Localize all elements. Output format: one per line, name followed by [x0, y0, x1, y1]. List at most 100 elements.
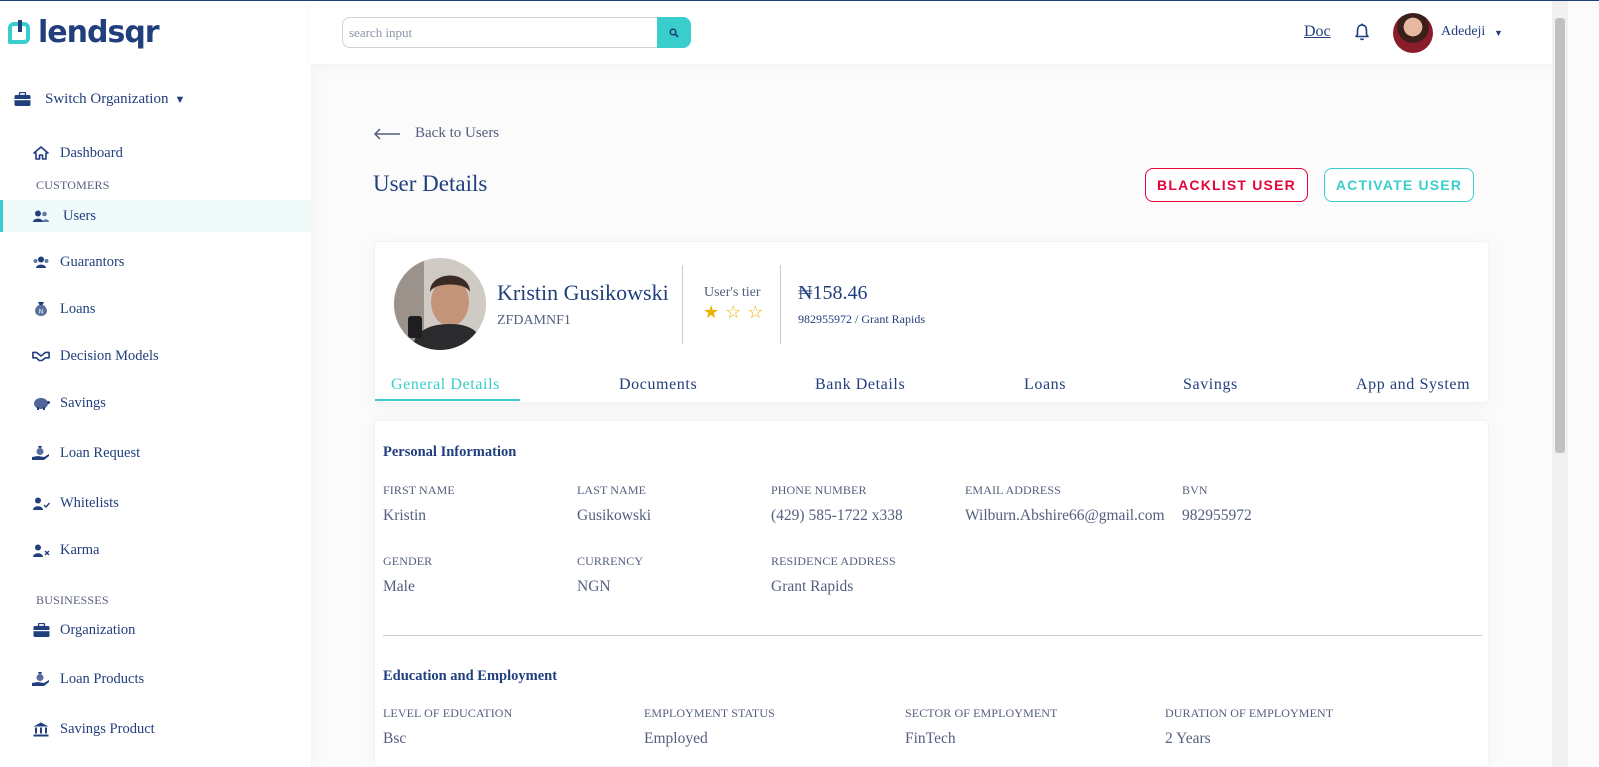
sidebar-item-dashboard[interactable]: Dashboard: [0, 138, 311, 168]
sidebar-item-label: Guarantors: [60, 253, 125, 270]
field-value: 2 Years: [1165, 730, 1211, 747]
general-details-card: Personal Information FIRST NAME Kristin …: [374, 420, 1489, 767]
sidebar: lendsqr Switch Organization ▼ Dashboard …: [0, 1, 311, 767]
field-label: CURRENCY: [577, 554, 644, 568]
tab-app-and-system[interactable]: App and System: [1356, 376, 1470, 394]
field-value: Wilburn.Abshire66@gmail.com: [965, 507, 1165, 524]
sidebar-item-label: Organization: [60, 621, 136, 638]
field-label: PHONE NUMBER: [771, 483, 867, 497]
chevron-down-icon: ▼: [174, 93, 186, 106]
field-email-address: EMAIL ADDRESS Wilburn.Abshire66@gmail.co…: [965, 483, 1165, 525]
sidebar-item-guarantors[interactable]: Guarantors: [0, 247, 311, 277]
field-value: (429) 585-1722 x338: [771, 507, 903, 524]
tab-savings[interactable]: Savings: [1183, 376, 1238, 394]
field-label: RESIDENCE ADDRESS: [771, 554, 896, 568]
bank-info: 982955972 / Grant Rapids: [798, 312, 925, 326]
notification-bell-icon[interactable]: [1354, 23, 1370, 46]
tab-general-details[interactable]: General Details: [391, 376, 500, 394]
sidebar-item-savings[interactable]: Savings: [0, 388, 311, 418]
switch-organization[interactable]: Switch Organization ▼: [14, 91, 185, 108]
activate-user-button[interactable]: ACTIVATE USER: [1324, 168, 1474, 202]
field-phone-number: PHONE NUMBER (429) 585-1722 x338: [771, 483, 903, 525]
sidebar-item-label: Loan Request: [60, 444, 141, 461]
sidebar-item-label: Dashboard: [60, 144, 123, 161]
back-label: Back to Users: [415, 125, 500, 141]
field-value: FinTech: [905, 730, 956, 747]
logo-text: lendsqr: [38, 15, 160, 50]
search-input[interactable]: [342, 17, 657, 48]
field-label: EMAIL ADDRESS: [965, 483, 1061, 497]
tab-documents[interactable]: Documents: [619, 376, 697, 394]
logo-mark-icon: [8, 19, 30, 44]
field-label: GENDER: [383, 554, 433, 568]
field-value: NGN: [577, 578, 611, 595]
field-value: Gusikowski: [577, 507, 652, 524]
back-to-users-link[interactable]: Back to Users: [373, 125, 499, 142]
search-icon: [669, 27, 679, 38]
field-gender: GENDER Male: [383, 554, 432, 596]
field-duration-of-employment: DURATION OF EMPLOYMENT 2 Years: [1165, 706, 1333, 748]
username[interactable]: Adedeji: [1441, 24, 1485, 40]
field-first-name: FIRST NAME Kristin: [383, 483, 455, 525]
loan-products-icon: [32, 671, 50, 687]
money-sack-icon: N: [32, 301, 50, 317]
guarantors-icon: [32, 254, 50, 270]
divider: [682, 265, 683, 344]
star-filled-icon: ★: [703, 302, 720, 322]
section-divider: [383, 635, 1482, 636]
briefcase-icon: [32, 622, 50, 638]
page-margin: [1568, 1, 1599, 767]
field-label: EMPLOYMENT STATUS: [644, 706, 775, 720]
field-label: DURATION OF EMPLOYMENT: [1165, 706, 1334, 720]
sidebar-item-savings-product[interactable]: Savings Product: [0, 714, 311, 744]
piggy-bank-icon: [32, 395, 50, 411]
arrow-left-icon: [373, 127, 400, 140]
docs-link[interactable]: Doc: [1304, 23, 1331, 41]
sidebar-item-karma[interactable]: Karma: [0, 535, 311, 565]
field-label: FIRST NAME: [383, 483, 455, 497]
tier-label: User's tier: [704, 285, 761, 300]
bank-icon: [32, 721, 50, 737]
sidebar-item-loan-request[interactable]: Loan Request: [0, 438, 311, 468]
sidebar-item-label: Loans: [60, 300, 96, 317]
scrollbar-thumb[interactable]: [1555, 18, 1565, 453]
page-title: User Details: [373, 171, 488, 196]
section-label-customers: CUSTOMERS: [36, 178, 110, 192]
field-value: Male: [383, 578, 415, 595]
star-empty-icon: ☆: [747, 302, 764, 322]
sidebar-item-label: Whitelists: [60, 494, 119, 511]
field-value: Kristin: [383, 507, 427, 524]
sidebar-item-label: Users: [63, 207, 97, 224]
caret-down-icon[interactable]: ▼: [1494, 28, 1503, 38]
search-button[interactable]: [657, 17, 691, 48]
sidebar-item-decision-models[interactable]: Decision Models: [0, 341, 311, 371]
tab-bank-details[interactable]: Bank Details: [815, 376, 905, 394]
blacklist-user-button[interactable]: BLACKLIST USER: [1145, 168, 1308, 202]
divider: [780, 265, 781, 344]
top-bar: Doc Adedeji ▼: [311, 1, 1552, 64]
sidebar-item-organization[interactable]: Organization: [0, 615, 311, 645]
sidebar-item-users[interactable]: Users: [0, 200, 311, 232]
user-avatar[interactable]: [1393, 13, 1433, 53]
tier-stars: ★ ☆ ☆: [703, 302, 763, 323]
logo[interactable]: lendsqr: [8, 15, 160, 50]
sidebar-item-label: Savings Product: [60, 720, 155, 737]
section-title-personal: Personal Information: [383, 444, 517, 460]
field-value: Employed: [644, 730, 708, 747]
sidebar-item-whitelists[interactable]: Whitelists: [0, 488, 311, 518]
field-value: Bsc: [383, 730, 407, 747]
users-icon: [32, 208, 50, 224]
field-sector-of-employment: SECTOR OF EMPLOYMENT FinTech: [905, 706, 1057, 748]
section-label-businesses: BUSINESSES: [36, 593, 109, 607]
field-value: 982955972: [1182, 507, 1252, 524]
loan-request-icon: [32, 445, 50, 461]
tab-loans[interactable]: Loans: [1024, 376, 1066, 394]
user-code: ZFDAMNF1: [497, 313, 571, 328]
sidebar-item-loan-products[interactable]: Loan Products: [0, 664, 311, 694]
field-level-of-education: LEVEL OF EDUCATION Bsc: [383, 706, 512, 748]
field-employment-status: EMPLOYMENT STATUS Employed: [644, 706, 775, 748]
sidebar-item-loans[interactable]: N Loans: [0, 294, 311, 324]
handshake-icon: [32, 348, 50, 364]
section-title-education: Education and Employment: [383, 668, 558, 684]
user-check-icon: [32, 495, 50, 511]
